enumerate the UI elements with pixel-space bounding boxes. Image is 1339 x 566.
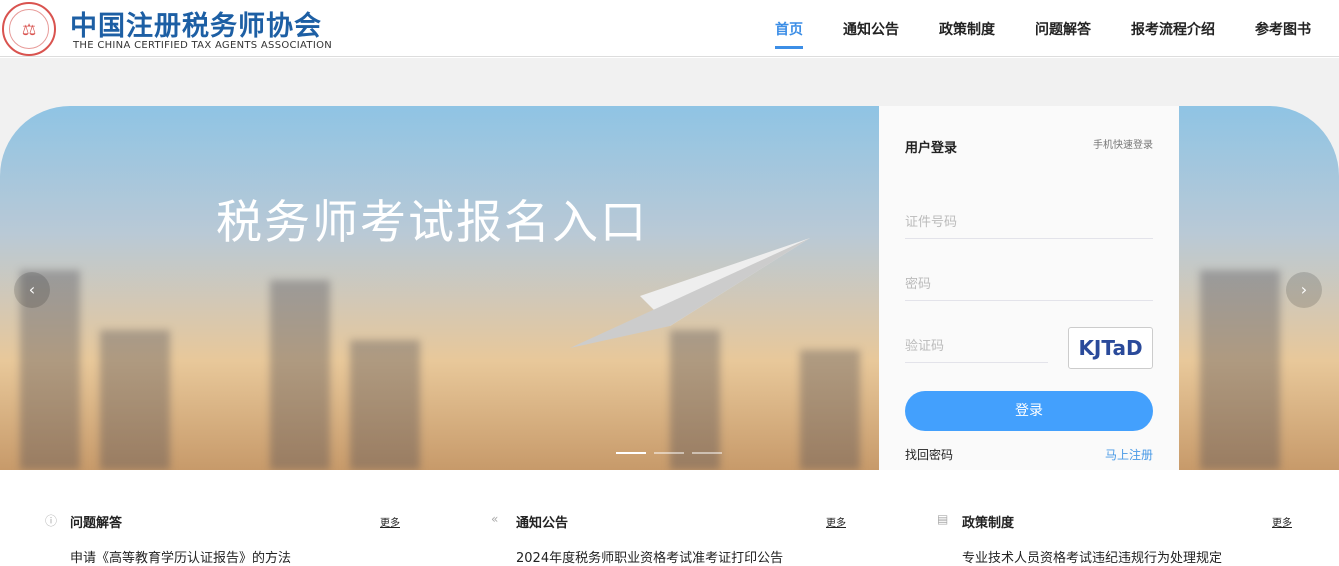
list-item[interactable]: 专业技术人员资格考试违纪违规行为处理规定 (962, 547, 1222, 566)
header: ⚖ 中国注册税务师协会 THE CHINA CERTIFIED TAX AGEN… (0, 0, 1339, 57)
nav-notices[interactable]: 通知公告 (843, 19, 899, 39)
paper-plane-image (570, 238, 810, 348)
captcha-image[interactable]: KJTaD (1068, 327, 1153, 369)
question-icon: ⓘ (45, 514, 58, 528)
carousel-next-button[interactable]: › (1286, 272, 1322, 308)
nav-registration-process[interactable]: 报考流程介绍 (1131, 19, 1215, 39)
register-link[interactable]: 马上注册 (1105, 446, 1153, 463)
carousel-dot[interactable] (616, 452, 646, 454)
login-button[interactable]: 登录 (905, 391, 1153, 431)
captcha-input[interactable]: 验证码 (905, 331, 1048, 363)
id-number-input[interactable]: 证件号码 (905, 207, 1153, 239)
carousel-dot[interactable] (654, 452, 684, 454)
quick-phone-login-link[interactable]: 手机快速登录 (1093, 136, 1153, 151)
document-icon: ▤ (937, 512, 949, 526)
carousel-prev-button[interactable]: ‹ (14, 272, 50, 308)
section-title: 通知公告 (516, 516, 569, 531)
nav-policies[interactable]: 政策制度 (939, 19, 995, 39)
login-title: 用户登录 (905, 141, 958, 156)
password-input[interactable]: 密码 (905, 269, 1153, 301)
section-title: 政策制度 (962, 516, 1015, 531)
nav-home[interactable]: 首页 (775, 19, 803, 49)
double-chevron-left-icon: « (491, 512, 499, 526)
list-item[interactable]: 2024年度税务师职业资格考试准考证打印公告 (516, 547, 783, 566)
nav-faq[interactable]: 问题解答 (1035, 19, 1091, 39)
more-link[interactable]: 更多 (826, 514, 846, 529)
carousel-dot[interactable] (692, 452, 722, 454)
nav-reference-books[interactable]: 参考图书 (1255, 19, 1311, 39)
banner-title: 税务师考试报名入口 (216, 195, 648, 249)
more-link[interactable]: 更多 (1272, 514, 1292, 529)
login-panel: 用户登录 手机快速登录 证件号码 密码 验证码 KJTaD 登录 找回密码 马上… (879, 106, 1179, 470)
more-link[interactable]: 更多 (380, 514, 400, 529)
logo-subtitle: THE CHINA CERTIFIED TAX AGENTS ASSOCIATI… (73, 40, 333, 51)
logo-title[interactable]: 中国注册税务师协会 (70, 4, 322, 43)
section-title: 问题解答 (70, 516, 123, 531)
association-seal-logo[interactable]: ⚖ (2, 2, 56, 56)
forgot-password-link[interactable]: 找回密码 (905, 446, 953, 463)
list-item[interactable]: 申请《高等教育学历认证报告》的方法 (70, 547, 291, 566)
